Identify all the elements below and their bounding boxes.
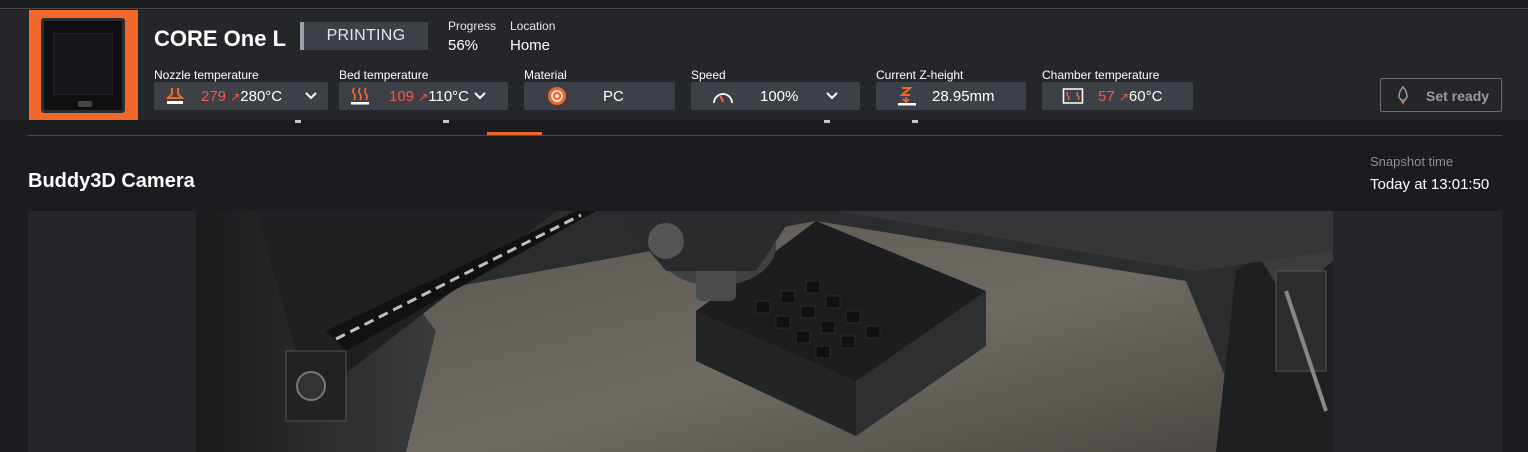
- chamber-temp-field[interactable]: 57 ↗60°C: [1042, 82, 1193, 110]
- printer-state-badge: PRINTING: [300, 22, 428, 50]
- material-value: PC: [603, 88, 624, 105]
- arrow-icon: ↗: [1118, 90, 1129, 104]
- z-height-field: 28.95mm: [876, 82, 1026, 110]
- camera-title: Buddy3D Camera: [28, 170, 195, 192]
- nozzle-icon: [165, 88, 185, 104]
- tab-bar: [28, 120, 1502, 136]
- chevron-down-icon: [305, 92, 317, 100]
- chamber-icon: [1062, 88, 1084, 104]
- filament-spool-icon: [548, 87, 566, 105]
- printer-thumbnail[interactable]: [29, 10, 138, 120]
- camera-snapshot[interactable]: [196, 211, 1333, 452]
- bed-current: 109: [389, 88, 415, 105]
- bed-temp-dropdown[interactable]: 109 ↗110°C: [339, 82, 508, 110]
- printer-name: CORE One L: [154, 26, 287, 51]
- tab-fragment[interactable]: [295, 120, 301, 123]
- nozzle-target: 280°C: [240, 88, 283, 105]
- tab-active-indicator[interactable]: [487, 132, 542, 135]
- rocket-icon: [1398, 86, 1408, 105]
- tab-fragment[interactable]: [443, 120, 449, 123]
- set-ready-label: Set ready: [1426, 88, 1490, 104]
- bed-target: 110°C: [428, 88, 470, 105]
- arrow-icon: ↗: [418, 90, 429, 104]
- tab-fragment[interactable]: [824, 120, 830, 123]
- top-border: [0, 0, 1528, 9]
- arrow-icon: ↗: [230, 90, 241, 104]
- snapshot-time-label: Snapshot time: [1370, 154, 1454, 169]
- z-height-icon: [898, 87, 916, 106]
- bed-heat-icon: [351, 87, 369, 105]
- chamber-target: 60°C: [1128, 88, 1163, 105]
- location-label: Location: [510, 19, 556, 33]
- progress-label: Progress: [448, 19, 497, 33]
- printer-header: CORE One L PRINTING Progress 56% Locatio…: [0, 10, 1528, 120]
- chevron-down-icon: [826, 92, 838, 100]
- location-value: Home: [510, 37, 551, 54]
- chevron-down-icon: [474, 92, 486, 100]
- camera-snapshot-image: [196, 211, 1333, 452]
- speedometer-icon: [713, 93, 733, 104]
- bed-temp-label: Bed temperature: [339, 68, 429, 82]
- nozzle-temp-label: Nozzle temperature: [154, 68, 259, 82]
- chamber-temp-label: Chamber temperature: [1042, 68, 1160, 82]
- speed-dropdown[interactable]: 100%: [691, 82, 860, 110]
- z-height-label: Current Z-height: [876, 68, 964, 82]
- material-label: Material: [524, 68, 567, 82]
- nozzle-current: 279: [201, 88, 227, 105]
- speed-value: 100%: [760, 88, 799, 105]
- snapshot-time-value: Today at 13:01:50: [1370, 176, 1490, 193]
- speed-label: Speed: [691, 68, 726, 82]
- set-ready-button[interactable]: Set ready: [1380, 78, 1502, 112]
- z-height-value: 28.95mm: [932, 88, 995, 105]
- material-field[interactable]: PC: [524, 82, 675, 110]
- progress-value: 56%: [448, 37, 479, 54]
- printer-image: [41, 18, 125, 113]
- nozzle-temp-dropdown[interactable]: 279 ↗280°C: [154, 82, 328, 110]
- tab-fragment[interactable]: [912, 120, 918, 123]
- chamber-current: 57: [1098, 88, 1115, 105]
